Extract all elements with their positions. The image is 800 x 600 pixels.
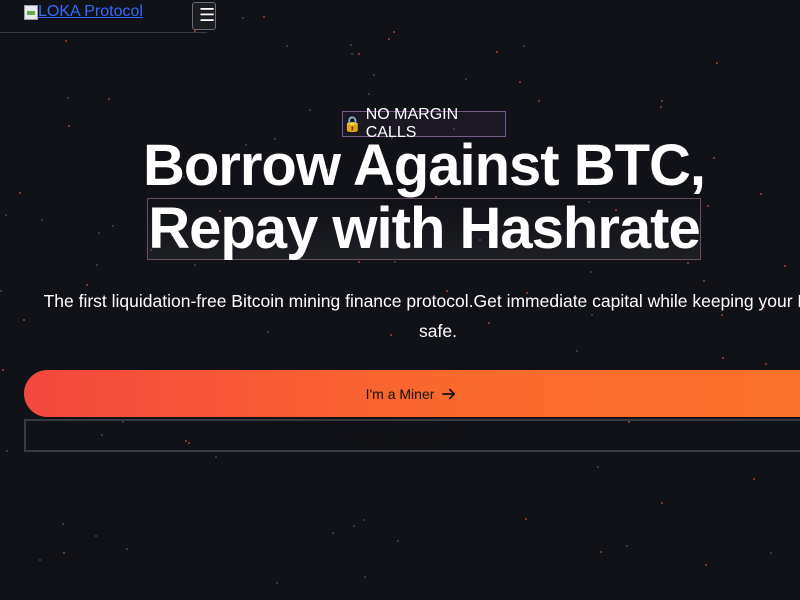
star-dot (0, 290, 2, 292)
star-dot (242, 17, 244, 19)
miner-button-content: I'm a Miner (366, 385, 459, 403)
hero-title: Borrow Against BTC, Repay with Hashrate (0, 136, 800, 260)
arrow-right-icon (442, 388, 456, 399)
star-dot (753, 478, 755, 480)
top-header: LOKA Protocol (0, 0, 207, 33)
star-dot (68, 125, 70, 127)
star-dot (263, 16, 265, 18)
star-dot (525, 518, 527, 520)
star-dot (95, 535, 97, 537)
star-dot (519, 81, 521, 83)
star-dot (765, 363, 767, 365)
star-dot (597, 466, 599, 468)
star-dot (215, 456, 217, 458)
star-dot (661, 100, 663, 102)
star-dot (194, 264, 196, 266)
star-dot (784, 265, 786, 267)
star-dot (350, 44, 352, 46)
star-dot (716, 62, 718, 64)
star-dot (96, 264, 98, 266)
star-dot (353, 525, 355, 527)
investor-button-content: I'm an Investor (349, 421, 466, 450)
star-dot (538, 100, 540, 102)
star-dot (687, 262, 689, 264)
star-dot (368, 93, 370, 95)
menu-button[interactable]: ☰ (192, 2, 216, 30)
menu-icon: ☰ (199, 5, 216, 25)
star-dot (590, 271, 592, 273)
logo-alt-text: LOKA Protocol (38, 3, 143, 20)
star-dot (661, 502, 663, 504)
broken-image-icon (24, 4, 38, 20)
star-dot (6, 450, 8, 452)
hero-title-line-1: Borrow Against BTC, (142, 133, 706, 198)
star-dot (600, 551, 602, 553)
star-dot (770, 552, 772, 554)
star-dot (358, 53, 360, 55)
star-dot (65, 40, 67, 42)
miner-button-label: I'm a Miner (365, 385, 435, 402)
star-dot (626, 545, 628, 547)
star-dot (496, 51, 498, 53)
star-dot (465, 78, 467, 80)
star-dot (364, 576, 366, 578)
star-dot (363, 519, 365, 521)
hero-title-line-2: Repay with Hashrate (147, 196, 701, 261)
hero-subtitle: The first liquidation-free Bitcoin minin… (43, 291, 800, 341)
star-dot (276, 582, 278, 584)
star-dot (703, 280, 705, 282)
star-dot (660, 106, 662, 108)
star-dot (63, 552, 65, 554)
star-dot (332, 532, 334, 534)
star-dot (388, 38, 390, 40)
star-dot (2, 369, 4, 371)
star-dot (705, 564, 707, 566)
star-dot (373, 74, 375, 76)
trending-up-icon (444, 425, 464, 438)
logo-link[interactable]: LOKA Protocol (24, 3, 143, 21)
star-dot (358, 261, 360, 263)
star-dot (286, 45, 288, 47)
star-dot (523, 45, 525, 47)
star-dot (39, 559, 41, 561)
star-dot (397, 540, 399, 542)
star-dot (126, 548, 128, 550)
star-dot (108, 98, 110, 100)
lock-icon: 🔒 (343, 116, 362, 133)
investor-button[interactable]: I'm an Investor (24, 419, 800, 452)
star-dot (722, 357, 724, 359)
star-dot (394, 261, 396, 263)
star-dot (576, 350, 578, 352)
star-dot (393, 31, 395, 33)
star-dot (309, 109, 311, 111)
investor-button-label: I'm an Investor (349, 431, 441, 447)
miner-button[interactable]: I'm a Miner (24, 370, 800, 417)
star-dot (351, 53, 353, 55)
star-dot (62, 523, 64, 525)
star-dot (67, 97, 69, 99)
